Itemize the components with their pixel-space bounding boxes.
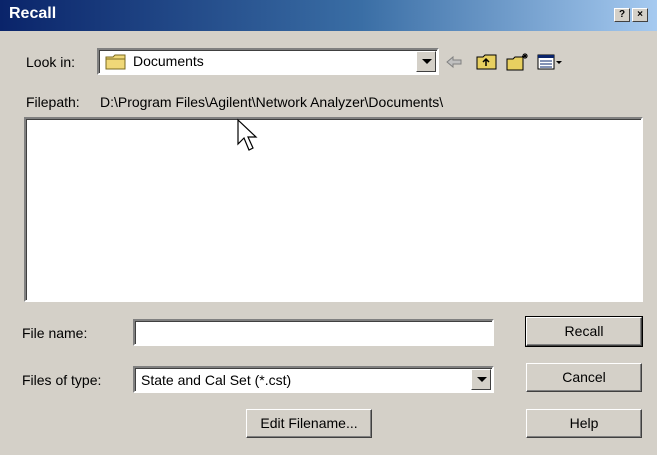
- files-of-type-label: Files of type:: [22, 372, 102, 388]
- files-of-type-dropdown[interactable]: State and Cal Set (*.cst): [133, 366, 494, 393]
- look-in-dropdown-arrow[interactable]: [416, 51, 436, 72]
- cancel-button[interactable]: Cancel: [526, 363, 642, 392]
- look-in-dropdown[interactable]: Documents: [97, 48, 439, 75]
- view-menu-icon[interactable]: [537, 52, 563, 72]
- edit-filename-button[interactable]: Edit Filename...: [246, 409, 372, 438]
- file-name-label: File name:: [22, 325, 88, 341]
- help-button[interactable]: Help: [526, 409, 642, 438]
- folder-icon: [105, 53, 127, 74]
- close-button[interactable]: ×: [632, 8, 648, 22]
- new-folder-icon[interactable]: [506, 52, 530, 72]
- recall-dialog: Recall ? × Look in: Documents Filepath: …: [0, 0, 657, 455]
- dialog-title: Recall: [9, 5, 57, 22]
- mouse-pointer-icon: [236, 118, 258, 157]
- up-folder-icon[interactable]: [476, 52, 498, 72]
- back-arrow-icon[interactable]: [445, 52, 463, 72]
- title-bar[interactable]: Recall ? ×: [0, 0, 657, 31]
- files-of-type-value: State and Cal Set (*.cst): [141, 372, 292, 388]
- look-in-value: Documents: [133, 53, 204, 69]
- file-name-input[interactable]: [133, 319, 494, 346]
- help-question-button[interactable]: ?: [614, 8, 630, 22]
- filepath-value: D:\Program Files\Agilent\Network Analyze…: [100, 94, 444, 110]
- look-in-label: Look in:: [26, 54, 76, 70]
- filepath-label: Filepath:: [26, 94, 80, 110]
- file-list[interactable]: [24, 117, 643, 302]
- recall-button[interactable]: Recall: [525, 316, 643, 347]
- files-of-type-dropdown-arrow[interactable]: [471, 369, 491, 390]
